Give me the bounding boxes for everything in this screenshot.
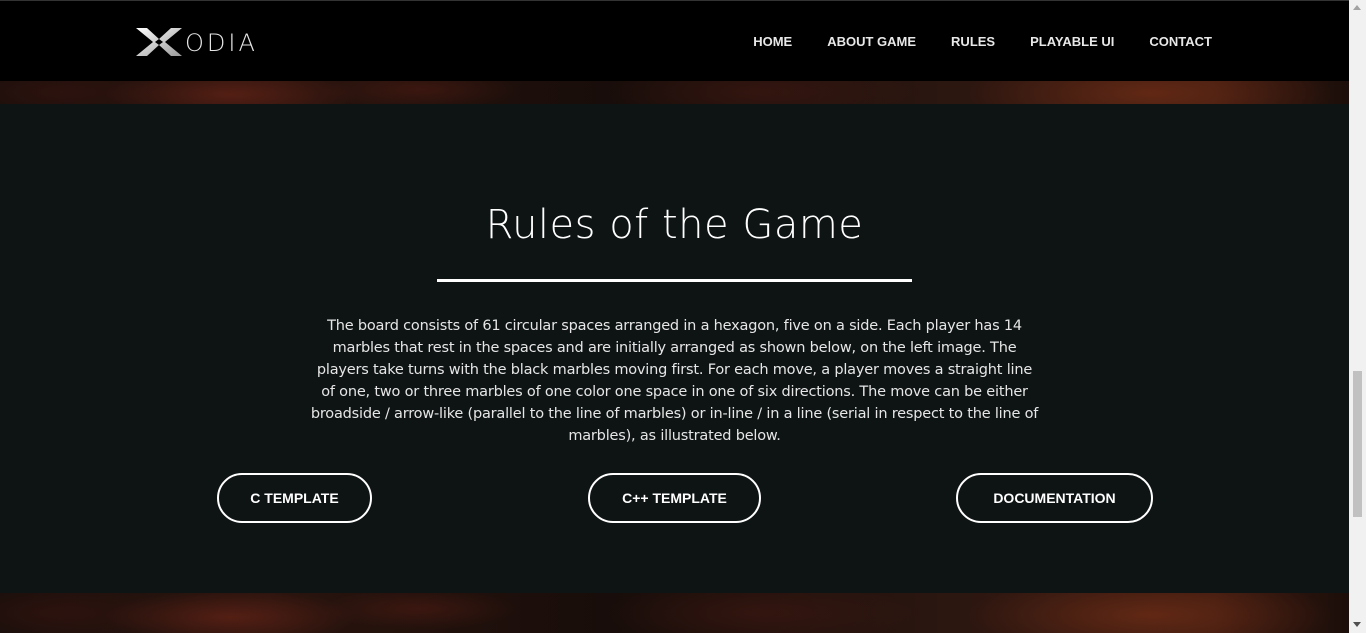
vertical-scrollbar[interactable] (1349, 0, 1366, 633)
documentation-button[interactable]: DOCUMENTATION (956, 473, 1153, 523)
scroll-down-arrow-icon[interactable] (1353, 622, 1361, 627)
rules-section: Rules of the Game The board consists of … (0, 104, 1349, 593)
scrollbar-thumb[interactable] (1353, 371, 1362, 517)
scroll-up-arrow-icon[interactable] (1353, 5, 1361, 10)
background-image-top (0, 80, 1349, 104)
logo[interactable]: ODIA (135, 26, 258, 58)
logo-text: ODIA (185, 29, 258, 57)
nav-home[interactable]: HOME (753, 34, 792, 49)
rules-description: The board consists of 61 circular spaces… (310, 318, 1039, 444)
nav-about-game[interactable]: ABOUT GAME (827, 34, 916, 49)
nav-contact[interactable]: CONTACT (1149, 34, 1212, 49)
x-logo-icon (136, 28, 182, 56)
page: ODIA HOME ABOUT GAME RULES PLAYABLE UI C… (0, 0, 1366, 633)
nav-rules[interactable]: RULES (951, 34, 995, 49)
cpp-template-button[interactable]: C++ TEMPLATE (588, 473, 761, 523)
background-image-bottom (0, 593, 1349, 633)
nav-playable-ui[interactable]: PLAYABLE UI (1030, 34, 1114, 49)
rules-title: Rules of the Game (485, 202, 864, 248)
title-divider (437, 279, 912, 282)
main-nav: HOME ABOUT GAME RULES PLAYABLE UI CONTAC… (718, 34, 1212, 49)
navbar: ODIA HOME ABOUT GAME RULES PLAYABLE UI C… (0, 0, 1349, 81)
c-template-button[interactable]: C TEMPLATE (217, 473, 372, 523)
